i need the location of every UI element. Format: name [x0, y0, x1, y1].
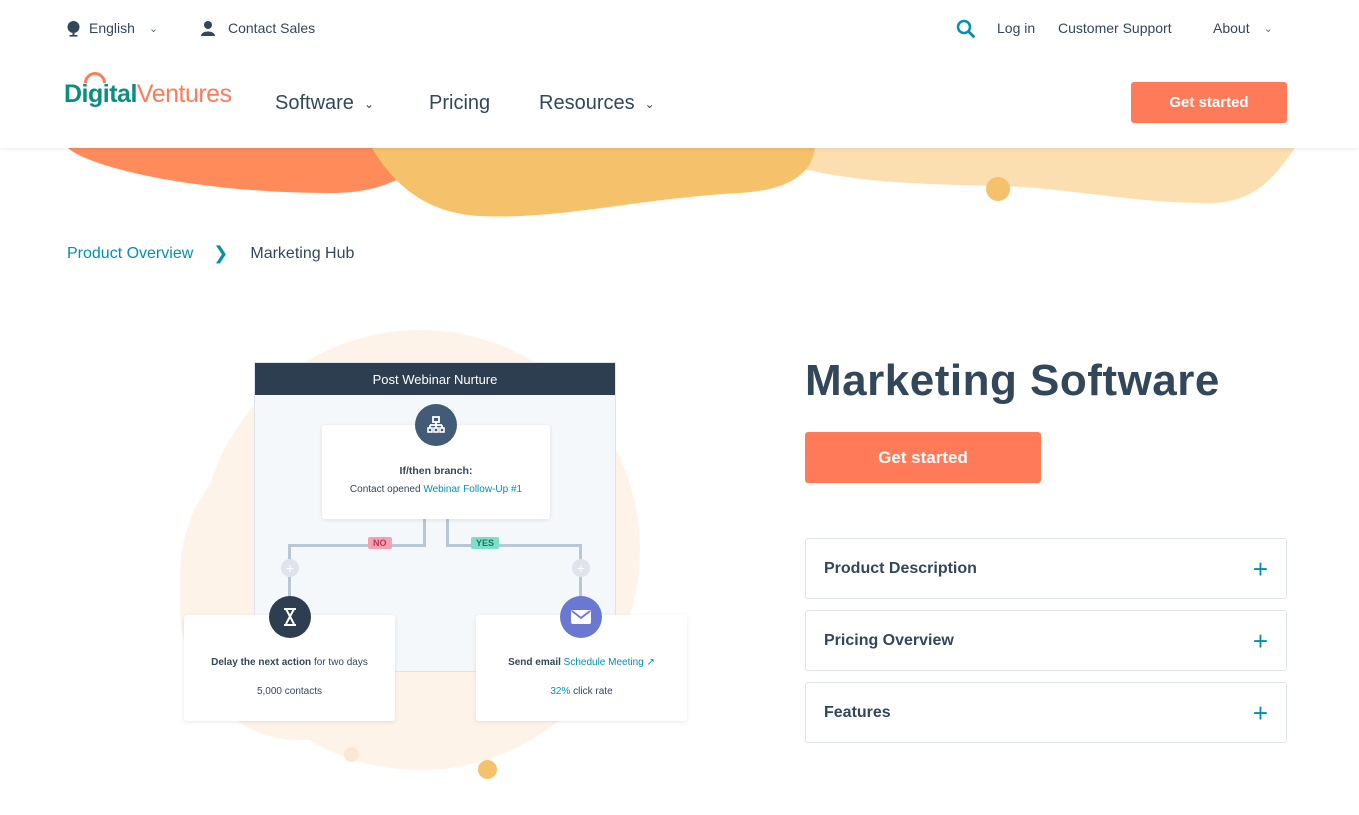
- email-text: Send email Schedule Meeting ↗: [476, 657, 687, 668]
- chevron-down-icon: ⌄: [1263, 22, 1273, 35]
- contact-sales-link[interactable]: Contact Sales: [200, 18, 315, 38]
- chevron-right-icon: ❯: [213, 243, 229, 263]
- branch-text: Contact opened Webinar Follow-Up #1: [322, 484, 550, 495]
- plus-icon: +: [1252, 697, 1268, 728]
- hourglass-icon: [269, 596, 311, 638]
- accordion-features[interactable]: Features +: [805, 682, 1287, 743]
- logo-text-ventures: Ventures: [136, 80, 232, 108]
- nav-pricing[interactable]: Pricing: [429, 92, 490, 115]
- workflow-title: Post Webinar Nurture: [255, 363, 615, 395]
- plus-icon: +: [1252, 553, 1268, 584]
- accordion-pricing-overview[interactable]: Pricing Overview +: [805, 610, 1287, 671]
- breadcrumb: Product Overview ❯ Marketing Hub: [67, 243, 354, 264]
- nav-software-label: Software: [275, 92, 354, 114]
- logo[interactable]: DigitalVentures: [64, 67, 232, 109]
- nav-software[interactable]: Software ⌄: [275, 92, 374, 115]
- external-link-icon: ↗: [646, 657, 655, 668]
- utility-bar: English ⌄ Contact Sales Log in Customer …: [0, 0, 1359, 56]
- click-rate-value: 32%: [550, 686, 571, 697]
- chevron-down-icon: ⌄: [644, 96, 655, 111]
- plus-icon: +: [1252, 625, 1268, 656]
- no-branch-label: NO: [368, 537, 392, 549]
- decorative-dot: [344, 747, 359, 762]
- email-link: Schedule Meeting: [563, 657, 644, 668]
- customer-support-link[interactable]: Customer Support: [1058, 18, 1172, 38]
- breadcrumb-parent-link[interactable]: Product Overview: [67, 245, 193, 263]
- branch-tree-icon: [427, 416, 445, 433]
- accordion-label: Product Description: [824, 559, 977, 577]
- main-header: DigitalVentures Software ⌄ Pricing Resou…: [0, 56, 1359, 148]
- search-button[interactable]: [956, 18, 975, 38]
- login-link[interactable]: Log in: [997, 18, 1035, 38]
- branch-icon: [415, 404, 457, 446]
- header-get-started-button[interactable]: Get started: [1131, 82, 1287, 123]
- person-icon: [201, 20, 215, 36]
- language-label: English: [89, 20, 135, 36]
- chevron-down-icon: ⌄: [363, 96, 374, 111]
- search-icon: [956, 19, 975, 38]
- decorative-dot: [478, 760, 497, 779]
- nav-pricing-label: Pricing: [429, 92, 491, 114]
- nav-resources[interactable]: Resources ⌄: [539, 92, 655, 115]
- email-bold: Send email: [508, 657, 561, 668]
- get-started-button[interactable]: Get started: [805, 432, 1041, 483]
- click-rate-label: click rate: [573, 686, 613, 697]
- add-step-icon: +: [572, 559, 590, 577]
- language-selector[interactable]: English ⌄: [66, 18, 158, 38]
- envelope-icon: [560, 596, 602, 638]
- branch-title: If/then branch:: [399, 465, 473, 477]
- branch-condition: Contact opened: [349, 484, 421, 495]
- connector-line: [423, 518, 426, 546]
- branch-link: Webinar Follow-Up #1: [423, 484, 523, 495]
- delay-rest: for two days: [313, 657, 368, 668]
- contact-sales-label: Contact Sales: [228, 20, 316, 36]
- add-step-icon: +: [281, 559, 299, 577]
- breadcrumb-current: Marketing Hub: [250, 244, 355, 262]
- customer-support-label: Customer Support: [1058, 20, 1172, 36]
- workflow-illustration: Post Webinar Nurture NO YES + + If/then …: [0, 320, 720, 800]
- delay-count: 5,000 contacts: [256, 686, 323, 697]
- globe-icon: [67, 20, 80, 37]
- decorative-blobs: [68, 148, 1295, 217]
- page-title: Marketing Software: [805, 356, 1220, 405]
- nav-resources-label: Resources: [539, 92, 635, 114]
- accordion-product-description[interactable]: Product Description +: [805, 538, 1287, 599]
- connector-line: [288, 544, 426, 547]
- click-rate: 32% click rate: [476, 686, 687, 697]
- accordion-label: Pricing Overview: [824, 631, 954, 649]
- connector-line: [446, 518, 449, 546]
- connector-line: [446, 544, 582, 547]
- yes-branch-label: YES: [471, 537, 500, 549]
- delay-bold: Delay the next action: [211, 657, 312, 668]
- delay-text: Delay the next action for two days: [184, 657, 395, 668]
- chevron-down-icon: ⌄: [148, 22, 159, 35]
- about-label: About: [1213, 20, 1250, 36]
- about-menu[interactable]: About ⌄: [1213, 18, 1273, 38]
- login-label: Log in: [997, 20, 1036, 36]
- accordion-label: Features: [824, 703, 891, 721]
